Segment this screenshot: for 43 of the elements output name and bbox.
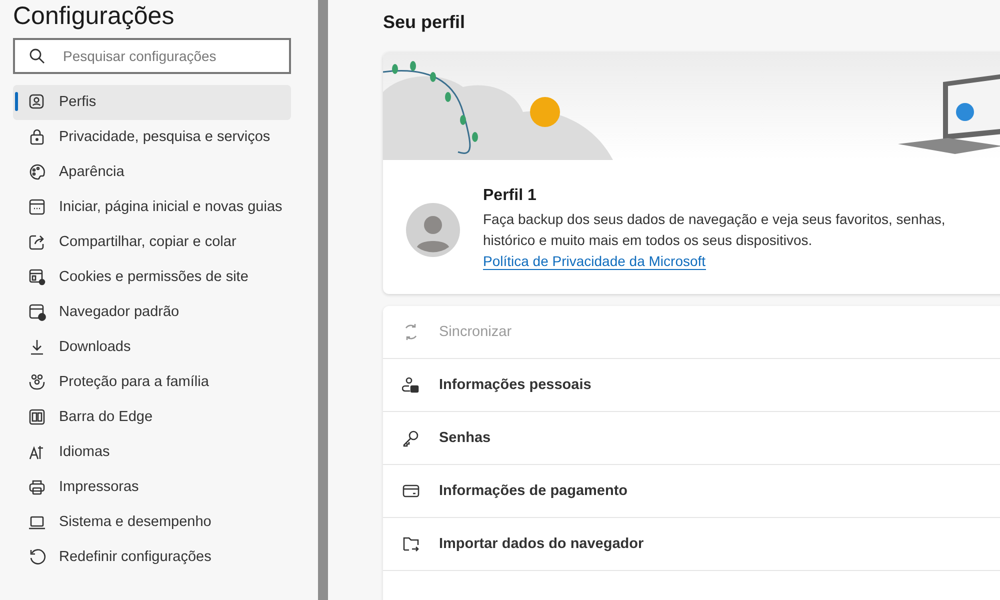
- avatar-icon: [406, 202, 460, 256]
- folder-arrows-icon: [402, 535, 420, 553]
- nav-item[interactable]: Cookies e permissões de site: [13, 260, 291, 295]
- family-icon: [28, 373, 46, 391]
- nav-item[interactable]: Iniciar, página inicial e novas guias: [13, 190, 291, 225]
- privacy-link[interactable]: Política de Privacidade da Microsoft: [483, 253, 706, 270]
- profile-description: Faça backup dos seus dados de navegação e veja seus favoritos, senhas, histórico e muito mais em todos os seus dispositivos. Política de Privacidade da Microsoft: [483, 210, 946, 272]
- nav-item[interactable]: Navegador padrão: [13, 295, 291, 330]
- settings-row[interactable]: Senhas: [383, 412, 1000, 465]
- key-icon: [402, 429, 420, 447]
- nav-item[interactable]: Privacidade, pesquisa e serviços: [13, 120, 291, 155]
- settings-row[interactable]: Informações pessoais: [383, 359, 1000, 412]
- nav-item[interactable]: Impressoras: [13, 470, 291, 505]
- nav-item[interactable]: Perfis: [13, 85, 291, 120]
- sidebar-icon: [28, 408, 46, 426]
- lock-icon: [28, 128, 46, 146]
- person-card-icon: [402, 376, 420, 394]
- browser-check-icon: [28, 303, 46, 321]
- page-title: Configurações: [13, 1, 176, 32]
- settings-row[interactable]: Importar dados do navegador: [383, 518, 1000, 571]
- profile-name: Perfil 1: [483, 187, 538, 205]
- nav-item[interactable]: Barra do Edge: [13, 400, 291, 435]
- search-field[interactable]: Pesquisar configurações: [13, 38, 291, 74]
- reset-icon: [28, 548, 46, 566]
- window-icon: [28, 198, 46, 216]
- language-icon: [28, 443, 46, 461]
- download-icon: [28, 338, 46, 356]
- card-icon: [402, 482, 420, 500]
- cookie-icon: [28, 268, 46, 286]
- nav-item[interactable]: Downloads: [13, 330, 291, 365]
- nav-item[interactable]: Sistema e desempenho: [13, 505, 291, 540]
- nav-item[interactable]: Proteção para a família: [13, 365, 291, 400]
- section-heading: Seu perfil: [383, 11, 466, 34]
- palette-icon: [28, 163, 46, 181]
- nav-item[interactable]: Compartilhar, copiar e colar: [13, 225, 291, 260]
- nav-item[interactable]: Redefinir configurações: [13, 540, 291, 575]
- nav-item[interactable]: Aparência: [13, 155, 291, 190]
- nav-item[interactable]: Idiomas: [13, 435, 291, 470]
- printer-icon: [28, 478, 46, 496]
- scrollbar[interactable]: [318, 0, 328, 600]
- settings-row[interactable]: Informações de pagamento: [383, 465, 1000, 518]
- profile-icon: [28, 93, 46, 111]
- share-icon: [28, 233, 46, 251]
